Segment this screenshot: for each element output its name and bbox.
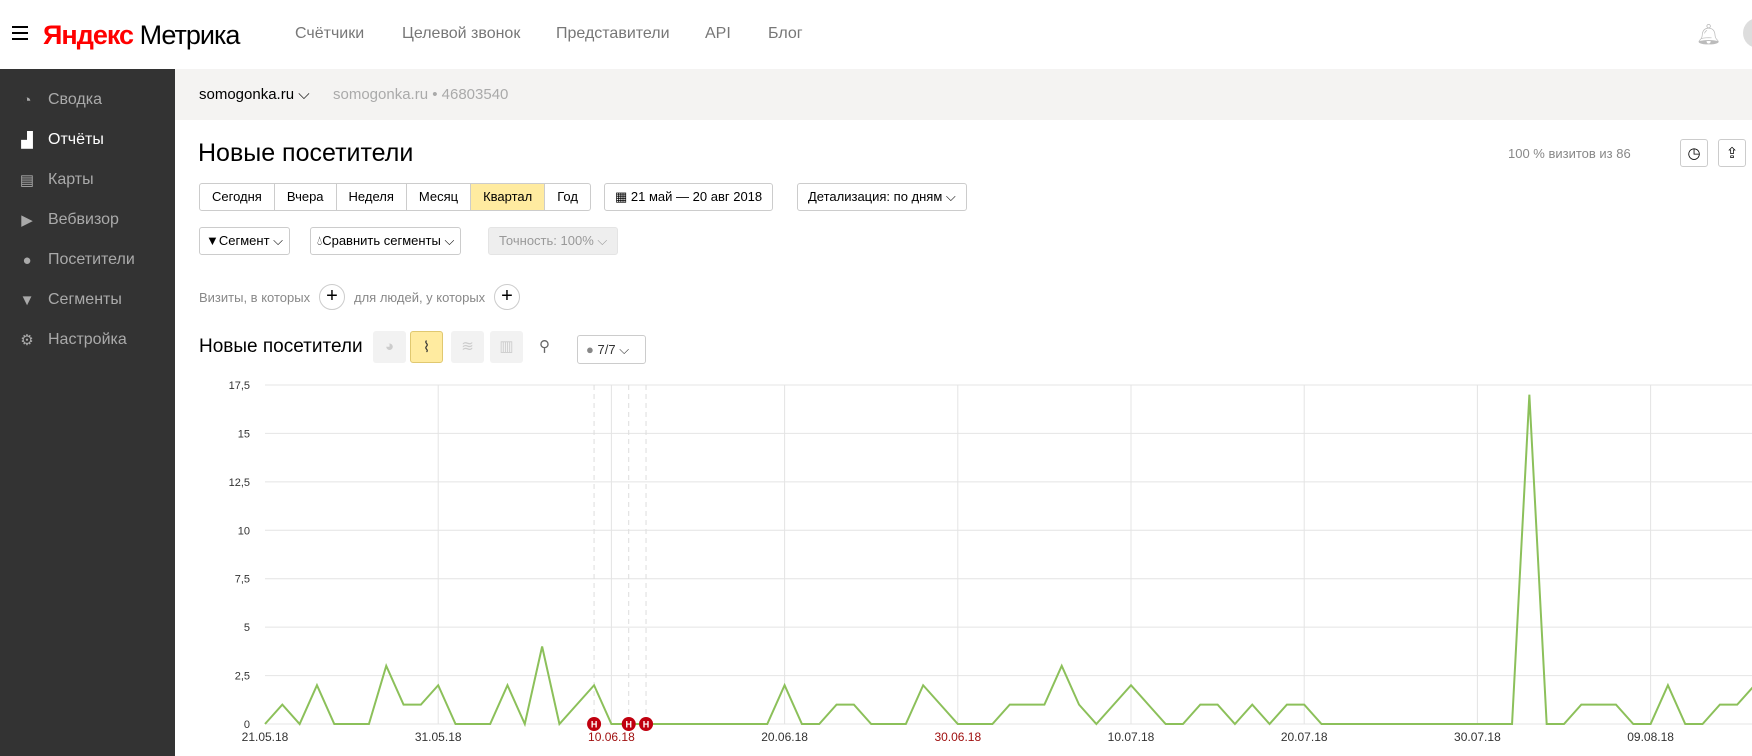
period-quarter[interactable]: Квартал	[471, 184, 546, 210]
filter-icon: ▼	[19, 291, 35, 309]
chart-title: Новые посетители	[199, 336, 363, 357]
y-tick-label: 5	[244, 622, 250, 634]
chevron-down-icon: ⌵	[444, 233, 455, 248]
y-tick-label: 12,5	[229, 477, 250, 489]
sidebar-item-summary[interactable]: ◔ Сводка	[18, 91, 102, 109]
nav-representatives[interactable]: Представители	[556, 25, 670, 43]
sidebar-item-visitors[interactable]: ● Посетители	[18, 251, 134, 269]
visits-condition-label: Визиты, в которых	[199, 290, 311, 305]
top-bar: Яндекс Метрика Счётчики Целевой звонок П…	[0, 0, 1752, 69]
map-pin-icon[interactable]: ⚲	[528, 331, 561, 363]
y-tick-label: 15	[238, 428, 250, 440]
date-range-button[interactable]: ▦ 21 май — 20 авг 2018	[604, 183, 774, 211]
annotation-marker[interactable]: Н	[621, 717, 636, 731]
play-icon: ▶	[21, 212, 33, 229]
bar-chart-icon[interactable]: ▥	[490, 331, 523, 363]
annotation-marker[interactable]: Н	[639, 717, 654, 731]
area-chart-icon[interactable]: ≋	[451, 331, 484, 363]
chevron-down-icon: ⌵	[597, 233, 608, 248]
gear-icon: ⚙	[20, 332, 34, 349]
sidebar-item-settings[interactable]: ⚙ Настройка	[18, 331, 127, 349]
site-id: somogonka.ru • 46803540	[333, 86, 509, 103]
sidebar-item-maps[interactable]: ▤ Карты	[18, 171, 94, 189]
segment-dropdown[interactable]: ▼Сегмент ⌵	[199, 227, 291, 255]
sidebar-item-reports[interactable]: ▟ Отчёты	[18, 131, 104, 149]
clock-icon: ◷	[1687, 145, 1701, 162]
annotation-label: Н	[625, 720, 632, 730]
user-icon: ●	[22, 251, 32, 269]
chevron-down-icon: ⌵	[619, 342, 630, 357]
series-line	[264, 394, 1752, 728]
period-selector: Сегодня Вчера Неделя Месяц Квартал Год	[199, 183, 591, 211]
chevron-down-icon: ⌵	[298, 86, 310, 103]
x-tick-label: 20.06.18	[761, 730, 808, 744]
y-tick-label: 2,5	[235, 671, 250, 683]
x-tick-label: 10.07.18	[1108, 730, 1155, 744]
calendar-icon: ▦	[615, 189, 628, 204]
add-visit-condition-button[interactable]: +	[319, 284, 345, 310]
x-tick-label: 21.05.18	[242, 730, 289, 744]
annotation-marker[interactable]: Н	[587, 717, 602, 731]
y-tick-label: 10	[238, 525, 250, 537]
period-month[interactable]: Месяц	[407, 184, 472, 210]
y-tick-label: 7,5	[235, 574, 250, 586]
site-selector[interactable]: somogonka.ru ⌵	[199, 86, 310, 103]
gauge-icon: ◔	[22, 91, 32, 109]
sidebar-item-webvisor[interactable]: ▶ Вебвизор	[18, 211, 119, 229]
chevron-down-icon: ⌵	[945, 189, 956, 204]
comment-icon: ●	[586, 342, 594, 357]
sidebar-item-segments[interactable]: ▼ Сегменты	[18, 291, 122, 309]
add-people-condition-button[interactable]: +	[494, 284, 520, 310]
detail-dropdown[interactable]: Детализация: по дням ⌵	[797, 183, 967, 211]
nav-api[interactable]: API	[705, 25, 731, 43]
x-tick-label: 09.08.18	[1627, 730, 1674, 744]
page-title: Новые посетители	[198, 139, 414, 167]
bar-chart-icon: ▟	[21, 132, 33, 149]
people-condition-label: для людей, у которых	[354, 290, 486, 305]
history-button[interactable]: ◷	[1680, 139, 1708, 167]
nav-target-call[interactable]: Целевой звонок	[402, 25, 520, 43]
line-chart: 02,557,51012,51517,521.05.18 31.05.18 10.0…	[229, 380, 1752, 744]
x-tick-label: 10.06.18	[588, 730, 635, 744]
avatar[interactable]	[1743, 18, 1752, 48]
period-year[interactable]: Год	[545, 184, 590, 210]
period-yesterday[interactable]: Вчера	[275, 184, 337, 210]
annotation-label: Н	[643, 720, 650, 730]
export-button[interactable]: ⇪	[1718, 139, 1746, 167]
nav-blog[interactable]: Блог	[768, 25, 803, 43]
annotations-dropdown[interactable]: ● 7/7 ⌵	[577, 335, 646, 364]
bell-icon[interactable]: 🔔︎	[1696, 22, 1721, 46]
menu-icon[interactable]	[12, 26, 28, 40]
upload-icon: ⇪	[1725, 145, 1739, 162]
filter-icon: ▼	[206, 233, 219, 248]
accuracy-dropdown[interactable]: Точность: 100% ⌵	[488, 227, 619, 255]
period-week[interactable]: Неделя	[337, 184, 407, 210]
x-tick-label: 31.05.18	[415, 730, 462, 744]
x-tick-label: 20.07.18	[1281, 730, 1328, 744]
x-tick-label: 30.06.18	[934, 730, 981, 744]
map-icon: ▤	[19, 172, 35, 189]
compare-segments-dropdown[interactable]: 💧︎Сравнить сегменты ⌵	[310, 227, 462, 255]
nav-counters[interactable]: Счётчики	[295, 25, 364, 43]
chevron-down-icon: ⌵	[273, 233, 284, 248]
sampling-info: 100 % визитов из 86	[1508, 146, 1631, 161]
logo[interactable]: Яндекс Метрика	[43, 20, 240, 51]
line-chart-icon[interactable]: ⌇	[410, 331, 443, 363]
x-tick-label: 30.07.18	[1454, 730, 1501, 744]
y-tick-label: 17,5	[229, 380, 250, 392]
annotation-label: Н	[591, 720, 598, 730]
pie-chart-icon[interactable]: ◕	[373, 331, 406, 363]
period-today[interactable]: Сегодня	[200, 184, 275, 210]
